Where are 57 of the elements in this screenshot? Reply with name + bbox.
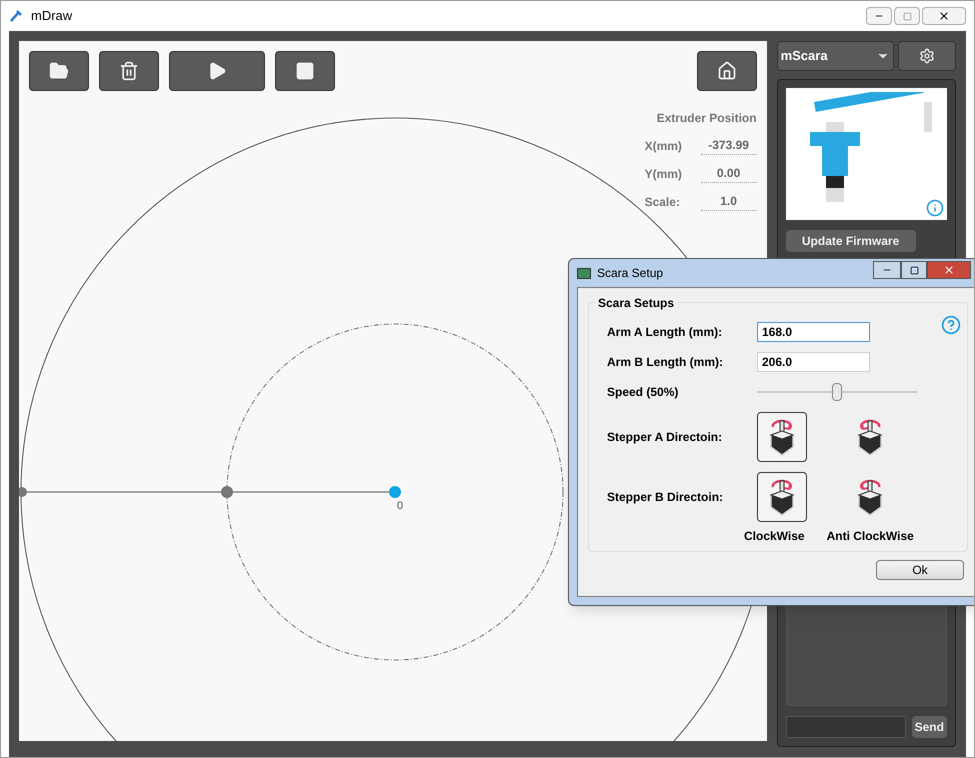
send-button[interactable]: Send bbox=[912, 716, 947, 738]
length-input[interactable]: 206.0 bbox=[757, 352, 870, 372]
direction-label: ClockWise bbox=[744, 528, 805, 545]
stepper-label: Stepper B Directoin: bbox=[606, 489, 724, 506]
coordinate-value: 0.00 bbox=[700, 164, 757, 183]
close-icon bbox=[943, 264, 955, 276]
app-logo-icon bbox=[9, 9, 23, 23]
direction-option[interactable] bbox=[757, 472, 807, 522]
extruder-title: Extruder Position bbox=[656, 110, 757, 127]
joint-dot bbox=[221, 486, 233, 498]
extruder-dot bbox=[389, 486, 401, 498]
ok-button[interactable]: Ok bbox=[876, 560, 964, 580]
update-firmware-button[interactable]: Update Firmware bbox=[786, 230, 916, 252]
play-button[interactable] bbox=[169, 51, 265, 91]
coordinate-value: 1.0 bbox=[700, 192, 757, 211]
coordinate-label: Y(mm) bbox=[644, 166, 682, 183]
close-button[interactable] bbox=[927, 261, 971, 279]
clockwise-motor-icon bbox=[767, 477, 797, 517]
open-button[interactable] bbox=[29, 51, 89, 91]
stop-icon bbox=[295, 61, 315, 81]
delete-button[interactable] bbox=[99, 51, 159, 91]
window-title: mDraw bbox=[31, 7, 72, 26]
anticlockwise-motor-icon bbox=[855, 477, 885, 517]
dialog-title: Scara Setup bbox=[597, 265, 664, 282]
field-label: Arm A Length (mm): bbox=[606, 324, 724, 341]
settings-button[interactable] bbox=[898, 41, 956, 71]
info-icon[interactable] bbox=[926, 199, 944, 217]
direction-label: Anti ClockWise bbox=[826, 528, 914, 545]
model-dropdown[interactable]: mScara bbox=[776, 41, 894, 71]
trash-icon bbox=[119, 61, 139, 81]
minimize-button[interactable] bbox=[873, 261, 901, 279]
maximize-icon bbox=[910, 266, 918, 274]
coordinate-label: Scale: bbox=[644, 194, 680, 211]
stepper-label: Stepper A Directoin: bbox=[606, 429, 724, 446]
speed-slider[interactable] bbox=[757, 383, 917, 401]
close-button[interactable] bbox=[922, 7, 966, 25]
maximize-icon bbox=[902, 12, 912, 20]
coordinate-label: X(mm) bbox=[644, 138, 682, 155]
direction-option[interactable] bbox=[757, 412, 807, 462]
folder-icon bbox=[49, 61, 69, 81]
clockwise-motor-icon bbox=[767, 417, 797, 457]
speed-label: Speed (50%) bbox=[606, 384, 680, 401]
length-input[interactable]: 168.0 bbox=[757, 322, 870, 342]
home-button[interactable] bbox=[696, 51, 757, 91]
slider-thumb[interactable] bbox=[832, 383, 842, 401]
origin-label: 0 bbox=[397, 499, 404, 514]
settings-icon bbox=[919, 48, 935, 64]
field-label: Arm B Length (mm): bbox=[606, 354, 724, 371]
maximize-button[interactable] bbox=[901, 261, 927, 279]
dialog-app-icon bbox=[577, 268, 591, 278]
home-icon bbox=[716, 61, 737, 81]
help-icon[interactable] bbox=[941, 315, 961, 335]
close-icon bbox=[938, 10, 950, 22]
coordinate-value: -373.99 bbox=[700, 136, 757, 155]
stop-button[interactable] bbox=[275, 51, 335, 91]
anticlockwise-motor-icon bbox=[855, 417, 885, 457]
command-input[interactable] bbox=[786, 716, 906, 738]
